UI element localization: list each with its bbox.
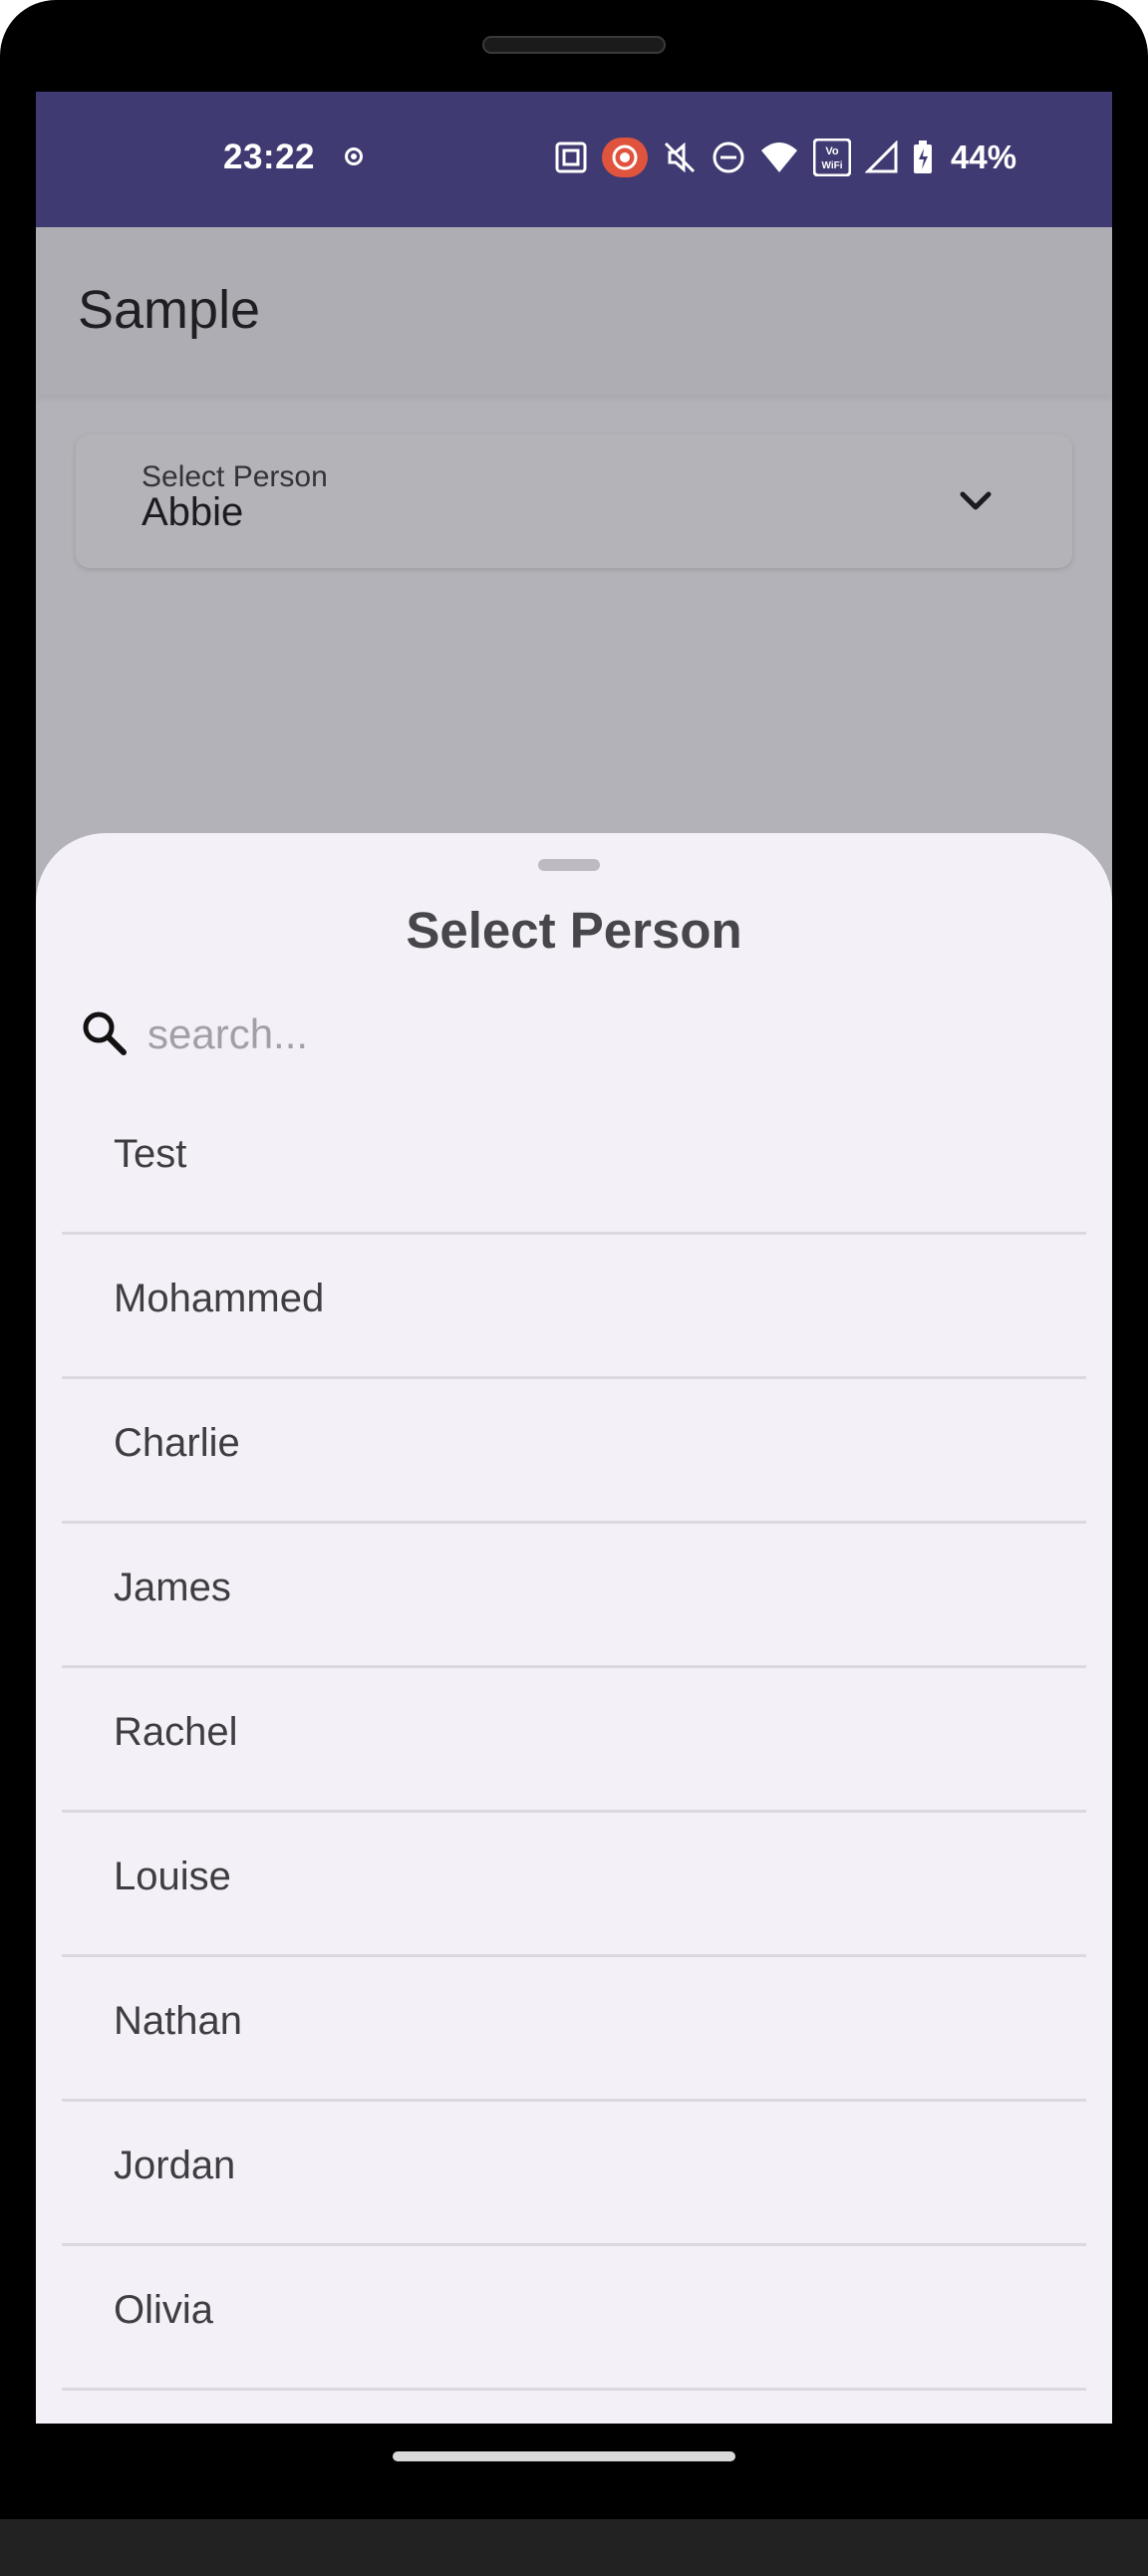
status-bar: 23:22 Vo WiFi 44% — [36, 92, 1112, 227]
nfc-icon — [555, 142, 587, 173]
drag-handle[interactable] — [538, 859, 600, 871]
battery-icon — [914, 141, 932, 173]
signal-icon — [865, 141, 898, 173]
status-icons: Vo WiFi 44% — [554, 136, 1016, 179]
wifi-icon — [761, 143, 797, 172]
bottom-sheet: Select Person Test Mohammed Charlie Jame… — [36, 833, 1112, 2424]
list-item-label: James — [114, 1566, 231, 1609]
svg-text:Vo: Vo — [825, 145, 839, 157]
status-time: 23:22 — [223, 138, 316, 176]
list-item-label: Mohammed — [114, 1277, 325, 1320]
chevron-down-icon — [960, 491, 992, 510]
list-item-label: Rachel — [114, 1710, 238, 1754]
list-item-label: Jordan — [114, 2144, 236, 2187]
mute-icon — [664, 142, 696, 173]
list-item-label: Test — [114, 1132, 187, 1176]
sheet-title: Select Person — [406, 902, 742, 959]
list-item[interactable]: Test — [62, 1090, 1086, 1235]
list-item[interactable]: Rachel — [62, 1668, 1086, 1813]
app-bar: Sample — [36, 227, 1112, 395]
phone-chin — [0, 2519, 1148, 2576]
phone-frame: 23:22 Vo WiFi 44% Sample Select Person A… — [0, 0, 1148, 2576]
list-item[interactable]: Mohammed — [62, 1235, 1086, 1379]
home-indicator[interactable] — [393, 2451, 735, 2461]
dropdown-value: Abbie — [142, 490, 244, 534]
list-item[interactable]: James — [62, 1524, 1086, 1668]
earpiece-speaker — [482, 36, 666, 54]
list-item-label: Louise — [114, 1855, 231, 1898]
battery-percent: 44% — [951, 139, 1017, 175]
screen: 23:22 Vo WiFi 44% Sample Select Person A… — [36, 92, 1112, 2424]
search-input[interactable] — [145, 1001, 1026, 1068]
screen-record-icon — [602, 138, 648, 177]
list-item[interactable]: Jordan — [62, 2102, 1086, 2246]
select-person-dropdown[interactable]: Select Person Abbie — [76, 434, 1072, 568]
list-item-label: Olivia — [114, 2288, 214, 2332]
search-bar — [80, 1001, 1056, 1068]
page-title: Sample — [78, 280, 261, 340]
list-item-label: Charlie — [114, 1421, 240, 1465]
record-dot-icon — [345, 147, 363, 165]
list-item[interactable]: Nathan — [62, 1957, 1086, 2102]
do-not-disturb-icon — [713, 142, 744, 173]
list-item-label: Nathan — [114, 1999, 242, 2043]
vowifi-icon: Vo WiFi — [813, 139, 851, 176]
svg-text:WiFi: WiFi — [821, 160, 842, 171]
dropdown-label: Select Person — [142, 460, 328, 493]
person-list: Test Mohammed Charlie James Rachel Louis… — [62, 1090, 1086, 2391]
list-item[interactable]: Louise — [62, 1813, 1086, 1957]
list-item[interactable]: Charlie — [62, 1379, 1086, 1524]
search-icon — [83, 1011, 127, 1055]
list-item[interactable]: Olivia — [62, 2246, 1086, 2391]
